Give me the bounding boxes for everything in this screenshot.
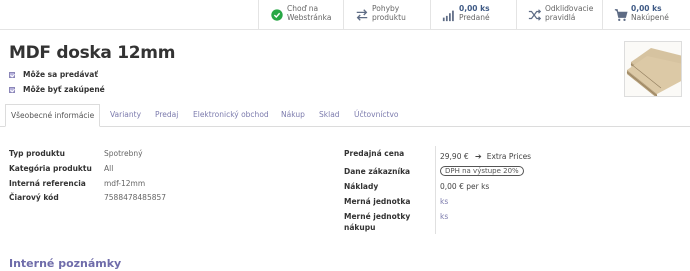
product-type-value[interactable]: Spotrebný	[104, 149, 143, 158]
purchase-uom-label-line1: Merné jednotky	[344, 212, 411, 221]
product-moves-smart-button[interactable]: Pohyby produktu	[343, 0, 430, 30]
notebook-tabs: Všeobecné informácie Varianty Predaj Ele…	[0, 104, 690, 127]
internal-reference-value[interactable]: mdf-12mm	[104, 179, 145, 188]
arrow-right-icon: ➔	[475, 152, 482, 161]
product-type-label: Typ produktu	[9, 149, 65, 158]
extra-prices-button[interactable]: ➔ Extra Prices	[475, 152, 531, 161]
product-category-label: Kategória produktu	[9, 164, 92, 173]
sale-price-value[interactable]: 29,90 €	[440, 152, 469, 161]
tab-sales[interactable]: Predaj	[150, 104, 183, 127]
moves-button-line2: produktu	[372, 13, 406, 22]
arrows-exchange-icon	[356, 9, 368, 21]
purchased-label: Nakúpené	[631, 13, 669, 22]
uom-value[interactable]: ks	[440, 197, 448, 206]
purchase-uom-label-line2: nákupu	[344, 223, 376, 232]
tab-inventory[interactable]: Sklad	[314, 104, 345, 127]
shuffle-icon	[528, 9, 542, 21]
internal-notes-heading: Interné poznámky	[9, 257, 122, 270]
website-button-line2: Webstránka	[287, 13, 332, 22]
cost-value[interactable]: 0,00 € per ks	[440, 182, 489, 191]
tab-purchase[interactable]: Nákup	[276, 104, 310, 127]
internal-reference-label: Interná referencia	[9, 179, 86, 188]
can-be-purchased-checkbox[interactable]	[9, 86, 15, 93]
bar-chart-icon	[442, 10, 454, 22]
customer-tax-badge[interactable]: DPH na výstupe 20%	[440, 166, 524, 176]
moves-button-line1: Pohyby	[372, 4, 400, 13]
reorder-button-line2: pravidlá	[545, 13, 576, 22]
can-be-purchased-checkbox-row[interactable]: Môže byť zakúpené	[9, 85, 105, 94]
sold-quantity: 0,00 ks	[459, 4, 490, 13]
globe-check-icon	[271, 9, 283, 21]
can-be-purchased-label: Môže byť zakúpené	[23, 85, 105, 94]
product-category-value[interactable]: All	[104, 164, 113, 173]
cost-label: Náklady	[344, 182, 379, 191]
tab-ecommerce[interactable]: Elektronický obchod	[188, 104, 274, 127]
tab-variants[interactable]: Varianty	[105, 104, 146, 127]
purchased-smart-button[interactable]: 0,00 ks Nakúpené	[602, 0, 690, 30]
field-separator	[435, 146, 436, 234]
mdf-board-image	[625, 42, 681, 96]
barcode-value[interactable]: 7588478485857	[104, 193, 166, 202]
shopping-cart-icon	[614, 9, 628, 21]
reorder-button-line1: Odkliďovacie	[545, 4, 594, 13]
reordering-rules-smart-button[interactable]: Odkliďovacie pravidlá	[516, 0, 602, 30]
sold-label: Predané	[459, 13, 490, 22]
can-be-sold-checkbox-row[interactable]: Môže sa predávať	[9, 70, 98, 79]
can-be-sold-label: Môže sa predávať	[23, 70, 98, 79]
sale-price-label: Predajná cena	[344, 149, 405, 158]
smart-button-bar: Choď na Webstránka Pohyby produktu 0,00 …	[0, 0, 690, 30]
website-smart-button[interactable]: Choď na Webstránka	[258, 0, 343, 30]
customer-taxes-label: Dane zákazníka	[344, 167, 411, 176]
purchase-uom-value[interactable]: ks	[440, 212, 448, 221]
extra-prices-label: Extra Prices	[486, 152, 532, 161]
uom-label: Merná jednotka	[344, 197, 411, 206]
tab-general-information[interactable]: Všeobecné informácie	[5, 104, 101, 127]
can-be-sold-checkbox[interactable]	[9, 71, 15, 78]
tab-accounting[interactable]: Účtovníctvo	[349, 104, 404, 127]
barcode-label: Čiarový kód	[9, 193, 59, 202]
purchased-quantity: 0,00 ks	[631, 4, 662, 13]
product-image[interactable]	[624, 41, 682, 97]
sold-smart-button[interactable]: 0,00 ks Predané	[430, 0, 516, 30]
product-title[interactable]: MDF doska 12mm	[9, 43, 175, 63]
website-button-line1: Choď na	[287, 4, 319, 13]
